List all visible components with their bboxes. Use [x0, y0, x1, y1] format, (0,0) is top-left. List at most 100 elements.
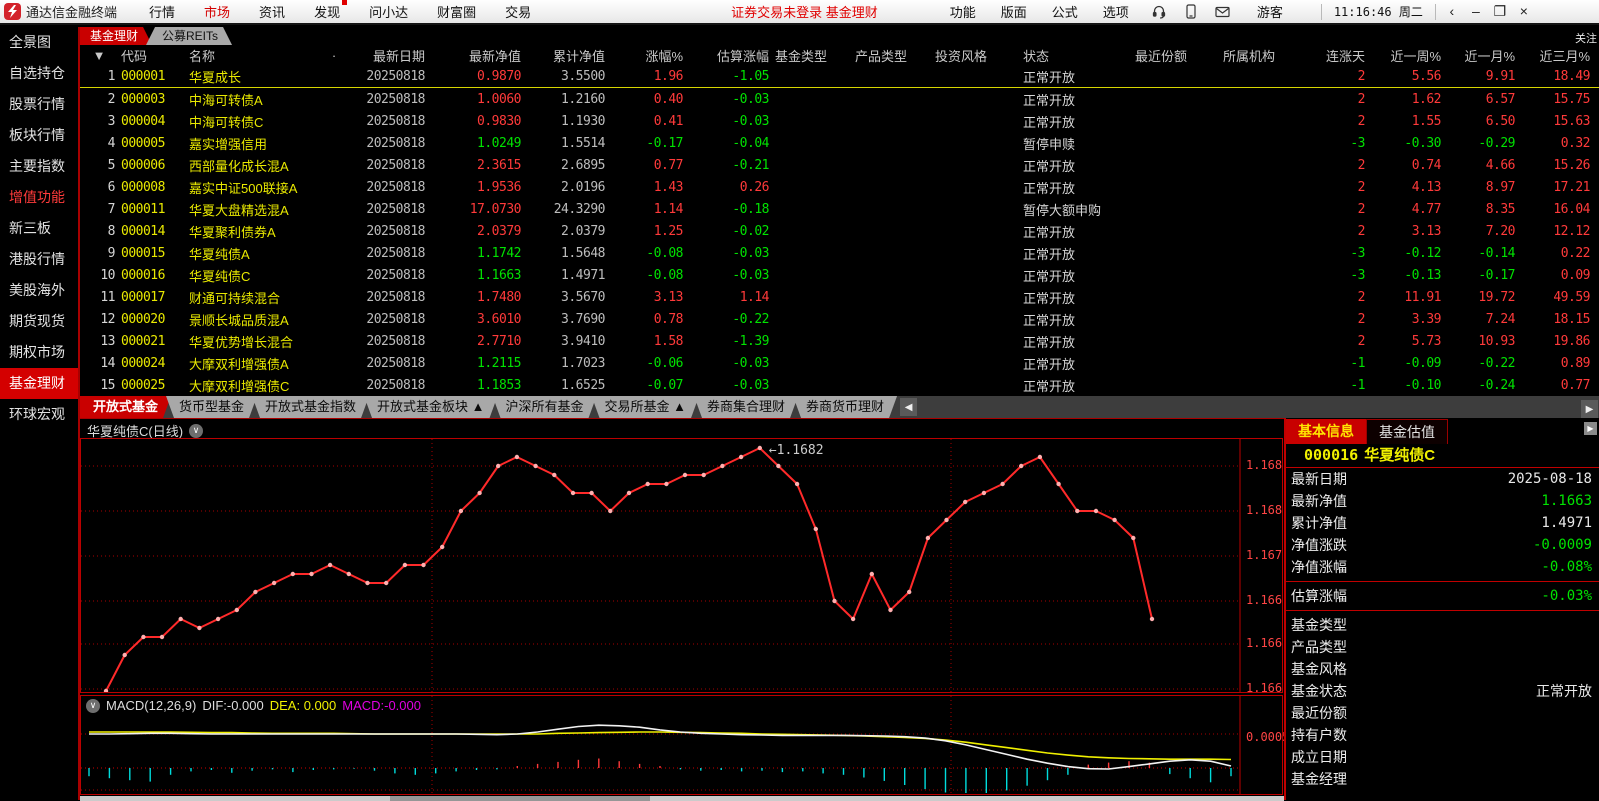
table-row[interactable]: 15000025大摩双利增强债C202508181.18531.6525-0.0… — [80, 374, 1599, 396]
bottom-tab-3[interactable]: 开放式基金指数 — [252, 396, 369, 418]
right-menu-item-2[interactable]: 版面 — [1001, 2, 1027, 21]
tab-scroll-right-icon[interactable]: ▶ — [1581, 400, 1598, 418]
change-pct: 0.41 — [608, 114, 686, 129]
phone-icon[interactable] — [1183, 4, 1199, 20]
week-pct: 0.74 — [1368, 158, 1444, 173]
menu-item-5[interactable]: 问小达 — [369, 2, 408, 21]
column-header-17[interactable]: 近一月% — [1444, 46, 1518, 65]
restore-button[interactable]: ❐ — [1488, 3, 1512, 20]
page-tab-1[interactable]: 基金理财 — [80, 27, 152, 45]
status: 正常开放 — [1020, 354, 1132, 373]
sidebar-item-13[interactable]: 环球宏观 — [0, 399, 78, 430]
menu-item-4[interactable]: 发现 — [314, 2, 340, 21]
column-header-4[interactable]: 最新日期 — [342, 46, 428, 65]
back-icon[interactable]: ‹ — [1440, 3, 1464, 20]
sort-icon[interactable]: ▼ — [80, 48, 118, 63]
sidebar-item-9[interactable]: 美股海外 — [0, 275, 78, 306]
month-pct: 8.97 — [1444, 180, 1518, 195]
column-header-1[interactable]: 代码 — [118, 46, 186, 65]
right-menu-item-1[interactable]: 功能 — [950, 2, 976, 21]
column-header-7[interactable]: 涨幅% — [608, 46, 686, 65]
table-row[interactable]: 11000017财通可持续混合202508181.74803.56703.131… — [80, 286, 1599, 308]
table-row[interactable]: 3000004中海可转债C202508180.98301.19300.41-0.… — [80, 110, 1599, 132]
minimize-button[interactable]: – — [1464, 3, 1488, 20]
bottom-tab-7[interactable]: 券商集合理财 — [694, 396, 798, 418]
sidebar-item-6[interactable]: 增值功能 — [0, 182, 78, 213]
column-header-11[interactable]: 投资风格 — [932, 46, 1020, 65]
tab-scroll-left-icon[interactable]: ◀ — [900, 398, 917, 416]
column-header-14[interactable]: 所属机构 — [1220, 46, 1302, 65]
info-label: 基金状态 — [1291, 681, 1347, 701]
sidebar-item-5[interactable]: 主要指数 — [0, 151, 78, 182]
sidebar-item-8[interactable]: 港股行情 — [0, 244, 78, 275]
column-header-6[interactable]: 累计净值 — [524, 46, 608, 65]
bottom-tab-5[interactable]: 沪深所有基金 — [493, 396, 597, 418]
bottom-tab-6[interactable]: 交易所基金 ▲ — [592, 396, 699, 418]
quarter-pct: 0.09 — [1518, 268, 1593, 283]
table-row[interactable]: 2000003中海可转债A202508181.00601.21600.40-0.… — [80, 88, 1599, 110]
column-header-2[interactable]: 名称 — [186, 46, 326, 65]
table-row[interactable]: 13000021华夏优势增长混合202508182.77103.94101.58… — [80, 330, 1599, 352]
price-plot[interactable]: ←1.1682←1.1655 — [80, 438, 1283, 693]
table-row[interactable]: 12000020景顺长城品质混A202508183.60103.76900.78… — [80, 308, 1599, 330]
sidebar-item-2[interactable]: 自选持仓 — [0, 58, 78, 89]
headset-icon[interactable] — [1151, 4, 1167, 20]
menu-item-7[interactable]: 交易 — [505, 2, 531, 21]
table-row[interactable]: 6000008嘉实中证500联接A202508181.95362.01961.4… — [80, 176, 1599, 198]
info-tab-2[interactable]: 基金估值 — [1366, 419, 1448, 444]
table-row[interactable]: 14000024大摩双利增强债A202508181.21151.7023-0.0… — [80, 352, 1599, 374]
menu-item-2[interactable]: 市场 — [204, 2, 230, 21]
y-axis-label: 1.166 — [1246, 593, 1282, 607]
right-menu-item-3[interactable]: 公式 — [1052, 2, 1078, 21]
horizontal-scrollbar[interactable] — [80, 796, 1284, 801]
column-header-3[interactable]: · — [326, 48, 342, 63]
bottom-tab-4[interactable]: 开放式基金板块 ▲ — [364, 396, 497, 418]
chevron-down-icon[interactable]: ∨ — [189, 424, 203, 438]
sidebar-item-12[interactable]: 基金理财 — [0, 368, 78, 399]
menu-item-6[interactable]: 财富圈 — [437, 2, 476, 21]
info-label: 产品类型 — [1291, 637, 1347, 657]
sidebar-item-10[interactable]: 期货现货 — [0, 306, 78, 337]
bottom-tab-8[interactable]: 券商货币理财 — [793, 396, 897, 418]
menu-item-1[interactable]: 行情 — [149, 2, 175, 21]
right-menu-item-4[interactable]: 选项 — [1103, 2, 1129, 21]
bottom-tab-2[interactable]: 货币型基金 — [166, 396, 257, 418]
column-header-5[interactable]: 最新净值 — [428, 46, 524, 65]
column-header-12[interactable]: 状态 — [1020, 46, 1132, 65]
column-header-16[interactable]: 近一周% — [1368, 46, 1444, 65]
table-row[interactable]: 1000001华夏成长202508180.98703.55001.96-1.05… — [80, 66, 1599, 88]
latest-date: 20250818 — [342, 378, 428, 393]
table-row[interactable]: 8000014华夏聚利债券A202508182.03792.03791.25-0… — [80, 220, 1599, 242]
macd-plot[interactable]: ∨ MACD(12,26,9) DIF:-0.000 DEA: 0.000 MA… — [80, 695, 1283, 795]
column-header-9[interactable]: 基金类型 — [772, 46, 852, 65]
panel-arrow-icon[interactable]: ▶ — [1584, 422, 1597, 435]
sidebar-item-11[interactable]: 期权市场 — [0, 337, 78, 368]
chevron-down-icon[interactable]: ∨ — [86, 699, 100, 713]
page-tab-2[interactable]: 公募REITs — [146, 27, 232, 45]
column-header-18[interactable]: 近三月% — [1518, 46, 1593, 65]
latest-nav: 1.0249 — [428, 136, 524, 151]
sidebar-item-1[interactable]: 全景图 — [0, 27, 78, 58]
sidebar-item-3[interactable]: 股票行情 — [0, 89, 78, 120]
column-header-8[interactable]: 估算涨幅 — [686, 46, 772, 65]
info-tab-1[interactable]: 基本信息 — [1286, 419, 1366, 444]
scrollbar-thumb[interactable] — [390, 796, 650, 801]
sidebar-item-7[interactable]: 新三板 — [0, 213, 78, 244]
column-header-10[interactable]: 产品类型 — [852, 46, 932, 65]
menu-item-3[interactable]: 资讯 — [259, 2, 285, 21]
trade-login-notice[interactable]: 证券交易未登录 基金理财 — [731, 2, 878, 21]
info-row: 最近份额 — [1286, 702, 1599, 724]
sidebar-item-4[interactable]: 板块行情 — [0, 120, 78, 151]
mail-icon[interactable] — [1215, 4, 1231, 20]
table-row[interactable]: 9000015华夏纯债A202508181.17421.5648-0.08-0.… — [80, 242, 1599, 264]
table-row[interactable]: 10000016华夏纯债C202508181.16631.4971-0.08-0… — [80, 264, 1599, 286]
table-row[interactable]: 4000005嘉实增强信用202508181.02491.5514-0.17-0… — [80, 132, 1599, 154]
watch-corner-label[interactable]: 关注 — [1575, 30, 1597, 46]
table-row[interactable]: 5000006西部量化成长混A202508182.36152.68950.77-… — [80, 154, 1599, 176]
close-button[interactable]: × — [1512, 3, 1536, 20]
user-label[interactable]: 游客 — [1257, 2, 1283, 21]
table-row[interactable]: 7000011华夏大盘精选混A2025081817.073024.32901.1… — [80, 198, 1599, 220]
column-header-13[interactable]: 最近份额 — [1132, 46, 1220, 65]
column-header-15[interactable]: 连涨天 — [1302, 46, 1368, 65]
bottom-tab-1[interactable]: 开放式基金 — [80, 396, 171, 418]
